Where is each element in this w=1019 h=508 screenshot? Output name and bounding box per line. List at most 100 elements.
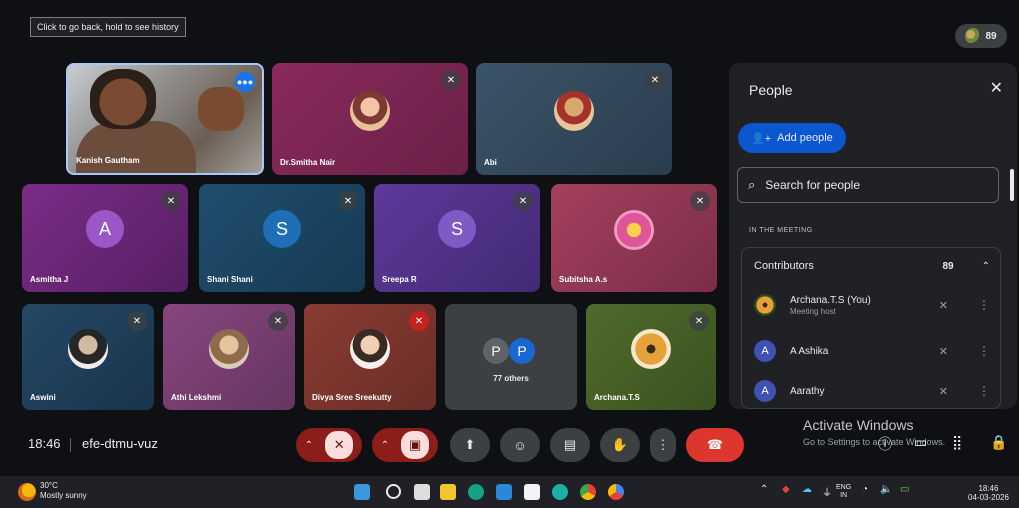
chrome-icon[interactable] <box>580 484 596 500</box>
tile-athi-lekshmi[interactable]: ✕ Athi Lekshmi <box>163 304 295 410</box>
weather-temp: 30°C <box>40 481 58 490</box>
more-options-icon[interactable]: ⋮ <box>978 384 990 398</box>
weather-widget[interactable]: 30°C Mostly sunny <box>40 481 87 501</box>
tile-divya-sree[interactable]: ✕ Divya Sree Sreekutty <box>304 304 436 410</box>
tile-smitha-nair[interactable]: ✕ Dr.Smitha Nair <box>272 63 468 175</box>
avatar <box>350 329 390 369</box>
mic-off-icon: ✕ <box>690 191 710 211</box>
search-placeholder: Search for people <box>765 178 861 192</box>
more-options-button[interactable]: ⋮ <box>650 428 676 462</box>
chevron-up-icon: ⌃ <box>981 260 990 272</box>
tile-subitsha[interactable]: ✕ Subitsha A.s <box>551 184 717 292</box>
panel-title: People <box>749 82 793 98</box>
search-icon[interactable] <box>386 484 401 499</box>
battery-icon[interactable]: ▭ <box>900 484 909 495</box>
people-icon[interactable]: ⣿ <box>952 434 962 451</box>
raise-hand-button[interactable]: ✋ <box>600 428 640 462</box>
participants-badge[interactable]: 89 <box>955 24 1007 48</box>
tile-name: Aswini <box>30 393 56 402</box>
tile-name: Shani Shani <box>207 275 253 284</box>
tile-name: Subitsha A.s <box>559 275 608 284</box>
avatar <box>614 210 654 250</box>
mic-off-icon: ✕ <box>938 385 948 398</box>
region-code: IN <box>840 492 848 499</box>
scrollbar[interactable] <box>1010 169 1014 201</box>
calendar-icon[interactable] <box>524 484 540 500</box>
more-options-icon[interactable]: ⋮ <box>978 344 990 358</box>
mic-off-icon: ✕ <box>938 345 948 358</box>
participants-avatars-icon <box>965 28 982 44</box>
chevron-up-icon[interactable]: ⌃ <box>760 484 768 495</box>
search-icon: ⌕ <box>748 177 756 192</box>
clock-date: 04-03-2026 <box>968 493 1009 502</box>
activate-windows-title: Activate Windows <box>803 417 914 433</box>
weather-icon[interactable] <box>18 483 36 501</box>
tile-asmitha-j[interactable]: ✕ A Asmitha J <box>22 184 188 292</box>
tile-name: Abi <box>484 158 497 167</box>
tile-abi[interactable]: ✕ Abi <box>476 63 672 175</box>
captions-button[interactable]: ▤ <box>550 428 590 462</box>
tray-app-icon[interactable]: ◆ <box>782 484 790 495</box>
chrome-profile-icon[interactable] <box>608 484 624 500</box>
camera-control[interactable]: ⌃ ▣ <box>372 428 438 462</box>
volume-icon[interactable]: 🔈 <box>880 484 892 495</box>
close-icon[interactable]: ✕ <box>990 78 1003 98</box>
captions-icon: ▤ <box>563 437 577 452</box>
tile-name: Divya Sree Sreekutty <box>312 393 392 402</box>
tile-name: Archana.T.S <box>594 393 640 402</box>
avatar: P <box>509 338 535 364</box>
leave-call-button[interactable]: ☎ <box>686 428 744 462</box>
contributors-header[interactable]: Contributors 89 ⌃ <box>754 256 990 276</box>
avatar: S <box>263 210 301 248</box>
todo-icon[interactable] <box>496 484 512 500</box>
more-options-icon[interactable]: ⋮ <box>978 298 990 312</box>
usb-icon[interactable]: ⏚ <box>822 484 832 499</box>
info-icon[interactable]: ⓘ <box>878 434 892 454</box>
participant-role: Meeting host <box>790 306 836 316</box>
emoji-icon: ☺ <box>513 437 527 453</box>
mic-control[interactable]: ⌃ ✕ <box>296 428 362 462</box>
tile-kanish-gautham[interactable]: ●●● Kanish Gautham <box>66 63 264 175</box>
system-clock[interactable]: 18:46 04-03-2026 <box>968 484 1009 502</box>
search-input[interactable]: ⌕ Search for people <box>737 167 999 203</box>
hand-gesture <box>198 87 244 131</box>
avatar: P <box>483 338 509 364</box>
mic-off-icon: ✕ <box>338 191 358 211</box>
divider <box>70 438 71 452</box>
mic-off-icon: ✕ <box>645 70 665 90</box>
chevron-up-icon: ⌃ <box>304 439 314 451</box>
tile-shani-shani[interactable]: ✕ S Shani Shani <box>199 184 365 292</box>
avatar <box>209 329 249 369</box>
task-view-icon[interactable] <box>414 484 430 500</box>
tile-archana[interactable]: ✕ Archana.T.S <box>586 304 716 410</box>
onedrive-icon[interactable]: ☁ <box>802 484 812 495</box>
tile-aswini[interactable]: ✕ Aswini <box>22 304 154 410</box>
present-screen-button[interactable]: ⬆ <box>450 428 490 462</box>
wifi-icon[interactable]: ◔ <box>862 484 868 495</box>
file-explorer-icon[interactable] <box>440 484 456 500</box>
host-controls-icon[interactable]: 🔒 <box>990 434 1007 451</box>
participant-row[interactable]: A Aarathy ✕ ⋮ <box>754 376 990 406</box>
tile-sreepa-r[interactable]: ✕ S Sreepa R <box>374 184 540 292</box>
participant-row[interactable]: Archana.T.S (You) Meeting host ✕ ⋮ <box>754 290 990 320</box>
windows-start-icon[interactable] <box>354 484 370 500</box>
others-label: 77 others <box>493 374 529 383</box>
tile-others[interactable]: P P 77 others <box>445 304 577 410</box>
copilot-icon[interactable] <box>552 484 568 500</box>
mic-off-icon: ✕ <box>127 311 147 331</box>
reactions-button[interactable]: ☺ <box>500 428 540 462</box>
mic-off-icon: ✕ <box>409 311 429 331</box>
participant-row[interactable]: A A Ashika ✕ ⋮ <box>754 336 990 366</box>
hand-icon: ✋ <box>611 437 629 452</box>
edge-icon[interactable] <box>468 484 484 500</box>
avatar <box>68 329 108 369</box>
group-count: 89 <box>942 260 954 272</box>
tile-name: Kanish Gautham <box>76 156 140 165</box>
mic-off-icon: ✕ <box>268 311 288 331</box>
avatar: A <box>754 340 776 362</box>
add-people-button[interactable]: 👤+ Add people <box>738 123 846 153</box>
chat-icon[interactable]: ▭ <box>914 434 927 451</box>
avatar: A <box>86 210 124 248</box>
language-indicator[interactable]: ENG IN <box>836 484 851 500</box>
add-person-icon: 👤+ <box>751 132 772 145</box>
